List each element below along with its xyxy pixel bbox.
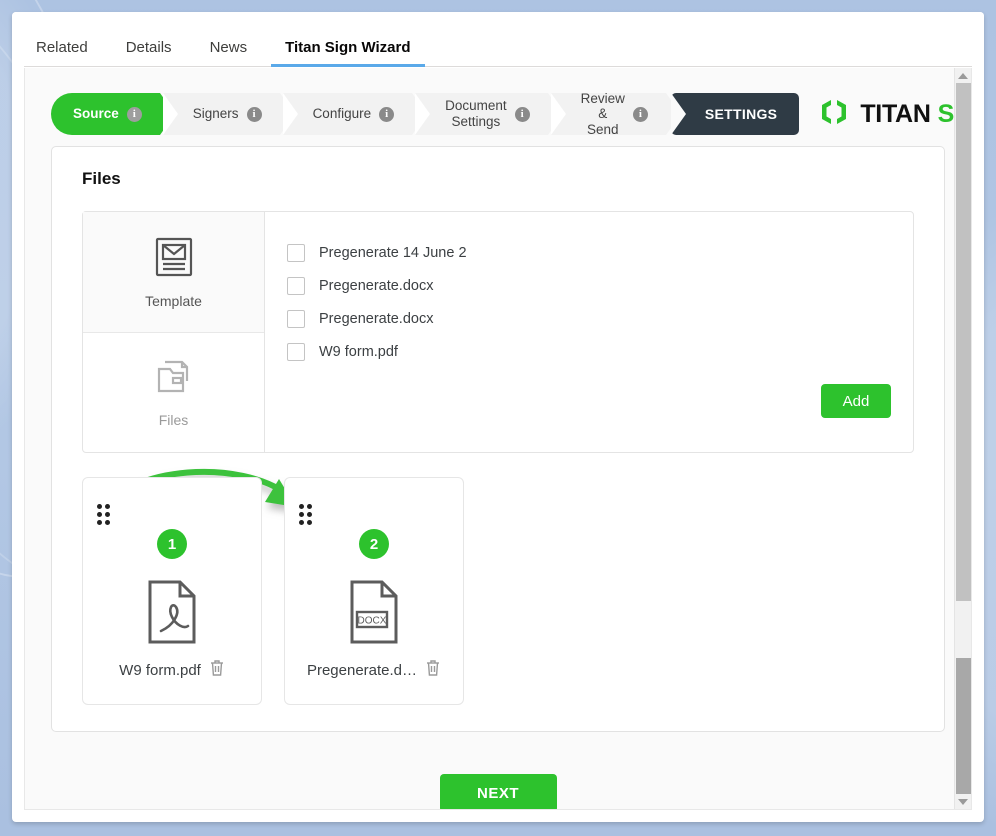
step-label: Configure — [312, 106, 372, 122]
wizard-step-review-send[interactable]: Review & Send i — [550, 90, 681, 137]
scrollbar-thumb[interactable] — [956, 83, 971, 601]
list-item[interactable]: Pregenerate.docx — [287, 302, 891, 335]
wizard-step-source[interactable]: Source i — [51, 93, 175, 135]
step-notch — [550, 93, 566, 135]
tab-label: Details — [125, 39, 172, 56]
source-item-template[interactable]: Template — [83, 212, 264, 332]
info-icon[interactable]: i — [514, 106, 530, 122]
document-footer: W9 form.pdf — [83, 659, 261, 682]
step-label: Signers — [192, 106, 239, 122]
step-notch — [162, 93, 178, 135]
wizard-step-bar: Source i Signers i Configure i Document … — [25, 68, 971, 140]
info-icon[interactable]: i — [126, 106, 142, 122]
document-cards: 1 W9 form.pdf 2 DOCX Pregenerate.d… — [82, 468, 914, 705]
files-panel: Files Template Files Pregenerate 14 June… — [51, 146, 945, 732]
file-name: W9 form.pdf — [319, 343, 398, 360]
step-notch — [670, 93, 686, 135]
file-name: Pregenerate.docx — [319, 277, 434, 294]
document-card[interactable]: 2 DOCX Pregenerate.d… — [284, 477, 464, 705]
pdf-file-icon — [144, 579, 200, 650]
source-nav: Template Files — [83, 212, 265, 452]
drag-handle-icon[interactable] — [299, 504, 312, 525]
add-row: Add — [287, 368, 891, 420]
tab-label: Titan Sign Wizard — [285, 39, 411, 56]
titan-sign-logo-icon — [817, 97, 851, 132]
add-button[interactable]: Add — [821, 384, 891, 418]
tab-news[interactable]: News — [196, 40, 262, 67]
file-checkbox[interactable] — [287, 309, 305, 328]
step-label: Source — [73, 106, 119, 122]
tab-titan-sign-wizard[interactable]: Titan Sign Wizard — [271, 39, 425, 67]
source-item-files[interactable]: Files — [83, 332, 264, 452]
settings-button[interactable]: SETTINGS — [670, 93, 800, 135]
file-checkbox[interactable] — [287, 342, 305, 361]
document-name: W9 form.pdf — [119, 662, 201, 679]
document-order-badge: 1 — [157, 529, 187, 559]
source-item-label: Template — [145, 292, 202, 309]
file-source-box: Template Files Pregenerate 14 June 2 Pre… — [82, 211, 914, 453]
file-name: Pregenerate 14 June 2 — [319, 244, 467, 261]
delete-icon[interactable] — [209, 659, 225, 682]
drag-handle-icon[interactable] — [97, 504, 110, 525]
wizard-scroll-area: Source i Signers i Configure i Document … — [24, 68, 972, 810]
file-name: Pregenerate.docx — [319, 310, 434, 327]
titan-sign-logo: TITANSIGN — [817, 97, 971, 132]
info-icon[interactable]: i — [632, 106, 648, 122]
wizard-step-document-settings[interactable]: Document Settings i — [415, 93, 563, 135]
step-label: Review & Send — [580, 90, 625, 137]
docx-type-label: DOCX — [358, 616, 387, 627]
info-icon[interactable]: i — [379, 106, 395, 122]
wizard-step-configure[interactable]: Configure i — [282, 93, 428, 135]
app-window: Related Details News Titan Sign Wizard S… — [12, 12, 984, 822]
tab-related[interactable]: Related — [22, 40, 102, 67]
file-checkbox[interactable] — [287, 243, 305, 262]
file-list: Pregenerate 14 June 2 Pregenerate.docx P… — [265, 212, 913, 452]
list-item[interactable]: W9 form.pdf — [287, 335, 891, 368]
source-item-label: Files — [158, 412, 189, 428]
template-icon — [154, 236, 194, 281]
delete-icon[interactable] — [425, 659, 441, 682]
scrollbar-thumb-secondary[interactable] — [956, 658, 971, 794]
step-label: Document Settings — [445, 98, 507, 129]
document-order-badge: 2 — [359, 529, 389, 559]
step-notch — [415, 93, 431, 135]
tab-label: Related — [36, 39, 88, 56]
tab-details[interactable]: Details — [112, 40, 186, 67]
tab-bar: Related Details News Titan Sign Wizard — [12, 12, 984, 67]
page-title: Files — [82, 169, 121, 188]
folder-files-icon — [153, 357, 195, 400]
vertical-scrollbar[interactable] — [954, 68, 971, 809]
tab-label: News — [209, 39, 248, 56]
logo-titan-text: TITAN — [860, 99, 931, 128]
settings-label: SETTINGS — [704, 106, 778, 122]
settings-wrap: SETTINGS — [670, 93, 800, 135]
document-footer: Pregenerate.d… — [285, 659, 463, 682]
info-icon[interactable]: i — [246, 106, 262, 122]
scroll-down-arrow-icon[interactable] — [955, 794, 971, 809]
docx-file-icon: DOCX — [346, 579, 402, 650]
wizard-footer: NEXT — [25, 732, 971, 809]
next-button[interactable]: NEXT — [439, 774, 557, 809]
list-item[interactable]: Pregenerate 14 June 2 — [287, 236, 891, 269]
step-notch — [282, 93, 298, 135]
document-name: Pregenerate.d… — [306, 662, 418, 679]
wizard-step-signers[interactable]: Signers i — [162, 93, 295, 135]
scroll-up-arrow-icon[interactable] — [955, 68, 971, 83]
document-card[interactable]: 1 W9 form.pdf — [82, 477, 262, 705]
file-checkbox[interactable] — [287, 276, 305, 295]
list-item[interactable]: Pregenerate.docx — [287, 269, 891, 302]
